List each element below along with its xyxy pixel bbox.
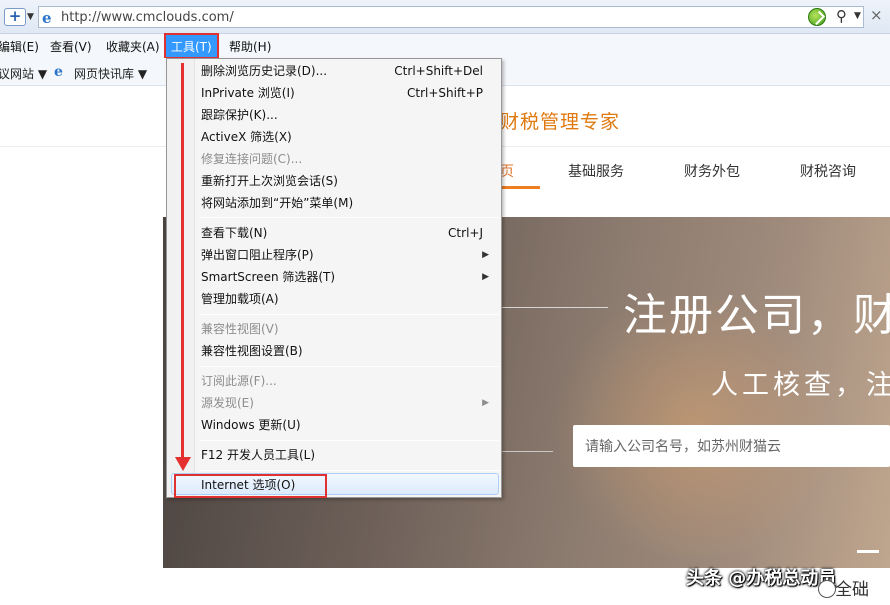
menu-favorites[interactable]: 收藏夹(A) — [106, 38, 160, 55]
menu-item-subscribe-feed: 订阅此源(F)... — [201, 374, 277, 388]
banner-subtitle: 人工核查，注册 — [711, 370, 890, 401]
menu-separator — [199, 217, 499, 218]
url-field[interactable]: e http://www.cmclouds.com/ — [38, 6, 864, 28]
menu-item-smartscreen[interactable]: SmartScreen 筛选器(T) ▶ — [201, 266, 497, 288]
watermark: 头条 @办税总动员 — [686, 568, 837, 589]
menu-separator — [199, 366, 499, 367]
submenu-arrow-icon: ▶ — [482, 272, 489, 282]
company-search[interactable] — [573, 425, 890, 467]
divider — [493, 451, 553, 452]
tools-menu: 删除浏览历史记录(D)... Ctrl+Shift+Del InPrivate 浏… — [166, 58, 502, 498]
menu-tools[interactable]: 工具(T) — [164, 33, 219, 59]
watermark-tail: 全础 — [835, 580, 869, 600]
nav-home[interactable]: 页 — [500, 161, 514, 181]
menu-bar: 编辑(E) 查看(V) 收藏夹(A) 工具(T) 帮助(H) — [0, 33, 890, 59]
company-search-input[interactable] — [573, 425, 890, 467]
chevron-down-icon[interactable]: ▼ — [854, 11, 861, 21]
menu-item-windows-update[interactable]: Windows 更新(U) — [201, 414, 497, 436]
menu-item-feed-discovery: 源发现(E) ▶ — [201, 392, 497, 414]
nav-active-indicator — [500, 186, 540, 189]
menu-item-tracking-protection[interactable]: 跟踪保护(K)... — [201, 104, 497, 126]
submenu-arrow-icon: ▶ — [482, 250, 489, 260]
new-tab-button[interactable]: + — [4, 8, 26, 26]
chevron-down-icon[interactable]: ▼ — [27, 12, 34, 22]
ie-logo-icon: e — [42, 9, 52, 27]
menu-item-view-downloads[interactable]: 查看下载(N) Ctrl+J — [201, 222, 497, 244]
watermark-icon — [818, 580, 836, 598]
ie-logo-icon: e — [54, 64, 63, 80]
web-slice-gallery-link[interactable]: 网页快讯库 ▼ — [74, 65, 147, 82]
close-icon[interactable]: × — [870, 6, 883, 24]
menu-item-delete-history[interactable]: 删除浏览历史记录(D)... Ctrl+Shift+Del — [201, 60, 497, 82]
menu-item-reopen-session[interactable]: 重新打开上次浏览会话(S) — [201, 170, 497, 192]
menu-view[interactable]: 查看(V) — [50, 38, 92, 55]
address-bar: + ▼ e http://www.cmclouds.com/ ⚲ ▼ × — [0, 0, 890, 34]
menu-item-fix-connection: 修复连接问题(C)... — [201, 152, 303, 166]
banner-title: 注册公司，财猫 — [623, 290, 890, 341]
nav-finance-outsourcing[interactable]: 财务外包 — [684, 161, 740, 181]
nav-basic-services[interactable]: 基础服务 — [568, 161, 624, 181]
carousel-indicator[interactable] — [857, 550, 879, 553]
menu-edit[interactable]: 编辑(E) — [0, 38, 39, 55]
menu-item-add-to-start[interactable]: 将网站添加到“开始”菜单(M) — [201, 192, 497, 214]
annotation-highlight-box — [174, 474, 327, 498]
address-actions: ⚲ ▼ × — [806, 6, 890, 28]
menu-help[interactable]: 帮助(H) — [229, 38, 271, 55]
annotation-arrow — [181, 63, 184, 461]
annotation-arrow-head — [175, 457, 191, 471]
menu-separator — [199, 470, 499, 471]
search-icon[interactable]: ⚲ — [836, 7, 847, 25]
menu-separator — [199, 440, 499, 441]
menu-item-compat-settings[interactable]: 兼容性视图设置(B) — [201, 340, 497, 362]
menu-item-f12-devtools[interactable]: F12 开发人员工具(L) — [201, 444, 497, 466]
menu-item-popup-blocker[interactable]: 弹出窗口阻止程序(P) ▶ — [201, 244, 497, 266]
menu-item-manage-addons[interactable]: 管理加载项(A) — [201, 288, 497, 310]
menu-item-compat-view: 兼容性视图(V) — [201, 322, 279, 336]
menu-item-inprivate[interactable]: InPrivate 浏览(I) Ctrl+Shift+P — [201, 82, 497, 104]
suggested-sites-link[interactable]: 议网站 ▼ — [0, 65, 47, 82]
submenu-arrow-icon: ▶ — [482, 398, 489, 408]
nav-tax-consulting[interactable]: 财税咨询 — [800, 161, 856, 181]
menu-item-activex-filter[interactable]: ActiveX 筛选(X) — [201, 126, 497, 148]
menu-separator — [199, 314, 499, 315]
url-text[interactable]: http://www.cmclouds.com/ — [61, 10, 234, 25]
site-tagline: 财税管理专家 — [500, 111, 621, 133]
security-shield-icon[interactable] — [808, 8, 826, 26]
